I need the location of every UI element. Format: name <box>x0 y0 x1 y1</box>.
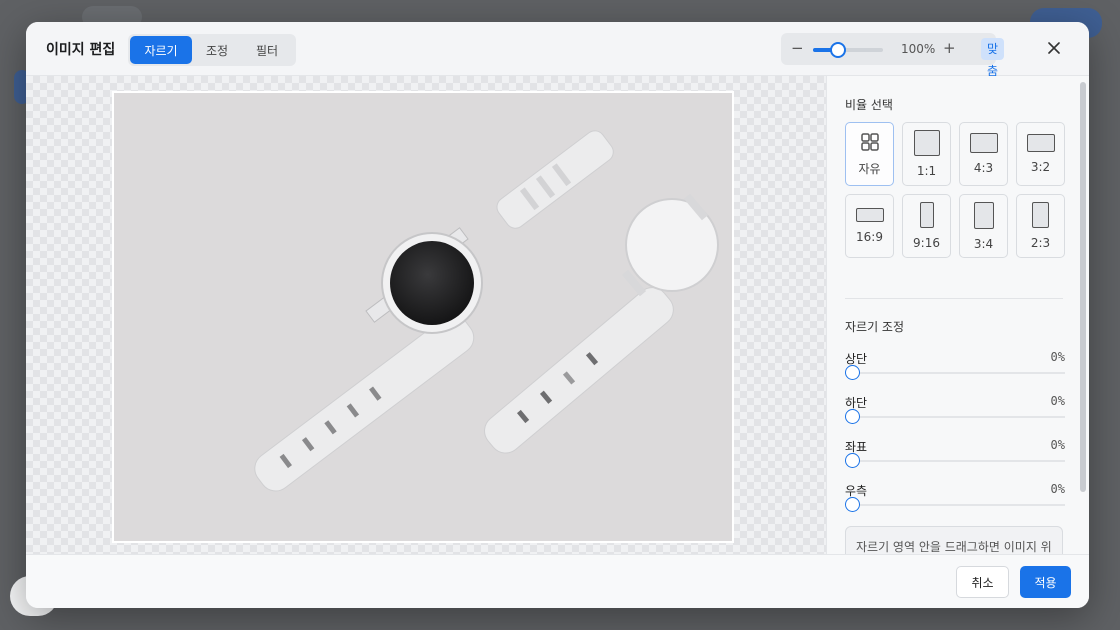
adjust-right-value: 0% <box>1050 482 1065 496</box>
landscape-3-2-icon <box>1026 134 1055 152</box>
ratio-label: 1:1 <box>916 164 937 178</box>
ratio-label: 3:4 <box>973 236 994 251</box>
landscape-4-3-icon <box>969 133 998 153</box>
portrait-2-3-icon <box>1032 202 1049 228</box>
section-divider <box>845 298 1063 299</box>
zoom-slider[interactable] <box>813 42 883 58</box>
ratio-grid: 자유 1:1 4:3 3:2 16:9 9:16 3:4 2:3 <box>845 122 1065 258</box>
adjust-left-label: 좌표 <box>845 440 868 454</box>
adjust-right-label: 우측 <box>845 484 868 498</box>
fit-button[interactable]: 맞춤 <box>981 38 1005 78</box>
modal-footer: 취소 적용 <box>26 554 1089 608</box>
crop-image[interactable] <box>112 91 734 543</box>
adjust-left-slider[interactable] <box>845 453 1065 468</box>
adjust-bottom-row: 하단 0% <box>845 394 1065 434</box>
ratio-2-3-button[interactable]: 2:3 <box>1016 194 1065 258</box>
crop-sidebar: 비율 선택 자유 1:1 4:3 3:2 16:9 9:16 3:4 2:3 자… <box>826 76 1089 554</box>
ratio-section-title: 비율 선택 <box>845 98 893 112</box>
ratio-1-1-button[interactable]: 1:1 <box>902 122 951 186</box>
ratio-label: 3:2 <box>1030 160 1051 174</box>
ratio-label: 16:9 <box>856 230 883 244</box>
tab-adjust[interactable]: 조정 <box>194 36 240 64</box>
image-canvas <box>26 76 826 554</box>
watch-product-image <box>114 93 732 541</box>
zoom-value: 100% <box>901 42 936 56</box>
edit-tabs: 자르기 조정 필터 <box>128 34 296 66</box>
adjust-bottom-thumb[interactable] <box>845 409 860 424</box>
portrait-3-4-icon <box>973 201 994 229</box>
adjust-top-thumb[interactable] <box>845 365 860 380</box>
adjust-top-label: 상단 <box>845 352 868 366</box>
crop-section-title: 자르기 조정 <box>845 320 905 334</box>
adjust-left-row: 좌표 0% <box>845 438 1065 478</box>
ratio-label: 2:3 <box>1030 236 1051 250</box>
grid-icon <box>860 132 879 151</box>
ratio-4-3-button[interactable]: 4:3 <box>959 122 1008 186</box>
adjust-left-value: 0% <box>1050 438 1065 452</box>
adjust-right-thumb[interactable] <box>845 497 860 512</box>
adjust-top-slider[interactable] <box>845 365 1065 380</box>
adjust-left-thumb[interactable] <box>845 453 860 468</box>
portrait-9-16-icon <box>919 202 934 228</box>
ratio-label: 9:16 <box>913 236 940 250</box>
adjust-bottom-slider[interactable] <box>845 409 1065 424</box>
adjust-top-row: 상단 0% <box>845 350 1065 390</box>
adjust-bottom-label: 하단 <box>845 396 868 410</box>
close-icon <box>1048 42 1060 54</box>
ratio-9-16-button[interactable]: 9:16 <box>902 194 951 258</box>
zoom-out-button[interactable]: − <box>791 39 804 57</box>
crop-hint-text: 자르기 영역 안을 드래그하면 이미지 위에 이동할 수 있습니다. 모서리/가… <box>845 526 1063 554</box>
modal-title: 이미지 편집 <box>46 42 116 58</box>
sidebar-scrollbar[interactable] <box>1080 82 1086 492</box>
image-edit-modal: 이미지 편집 자르기 조정 필터 − 100% + 맞춤 비율 선택 자유 1:… <box>26 22 1089 608</box>
adjust-right-slider[interactable] <box>845 497 1065 512</box>
zoom-in-button[interactable]: + <box>943 39 956 57</box>
ratio-3-2-button[interactable]: 3:2 <box>1016 122 1065 186</box>
modal-header: 이미지 편집 자르기 조정 필터 − 100% + 맞춤 <box>26 22 1089 78</box>
close-button[interactable] <box>1043 37 1065 59</box>
zoom-controls: − 100% + 맞춤 <box>781 33 1005 78</box>
ratio-label: 4:3 <box>973 161 994 175</box>
ratio-label: 자유 <box>858 161 881 176</box>
ratio-16-9-button[interactable]: 16:9 <box>845 194 894 258</box>
tab-filter[interactable]: 필터 <box>242 36 292 64</box>
apply-button[interactable]: 적용 <box>1020 566 1071 598</box>
ratio-free-button[interactable]: 자유 <box>845 122 894 186</box>
square-icon <box>913 130 940 156</box>
adjust-top-value: 0% <box>1050 350 1065 364</box>
cancel-button[interactable]: 취소 <box>956 566 1009 598</box>
ratio-3-4-button[interactable]: 3:4 <box>959 194 1008 258</box>
adjust-bottom-value: 0% <box>1050 394 1065 408</box>
tab-crop[interactable]: 자르기 <box>130 36 192 64</box>
adjust-right-row: 우측 0% <box>845 482 1065 522</box>
zoom-slider-thumb[interactable] <box>830 42 847 58</box>
landscape-16-9-icon <box>855 208 884 222</box>
